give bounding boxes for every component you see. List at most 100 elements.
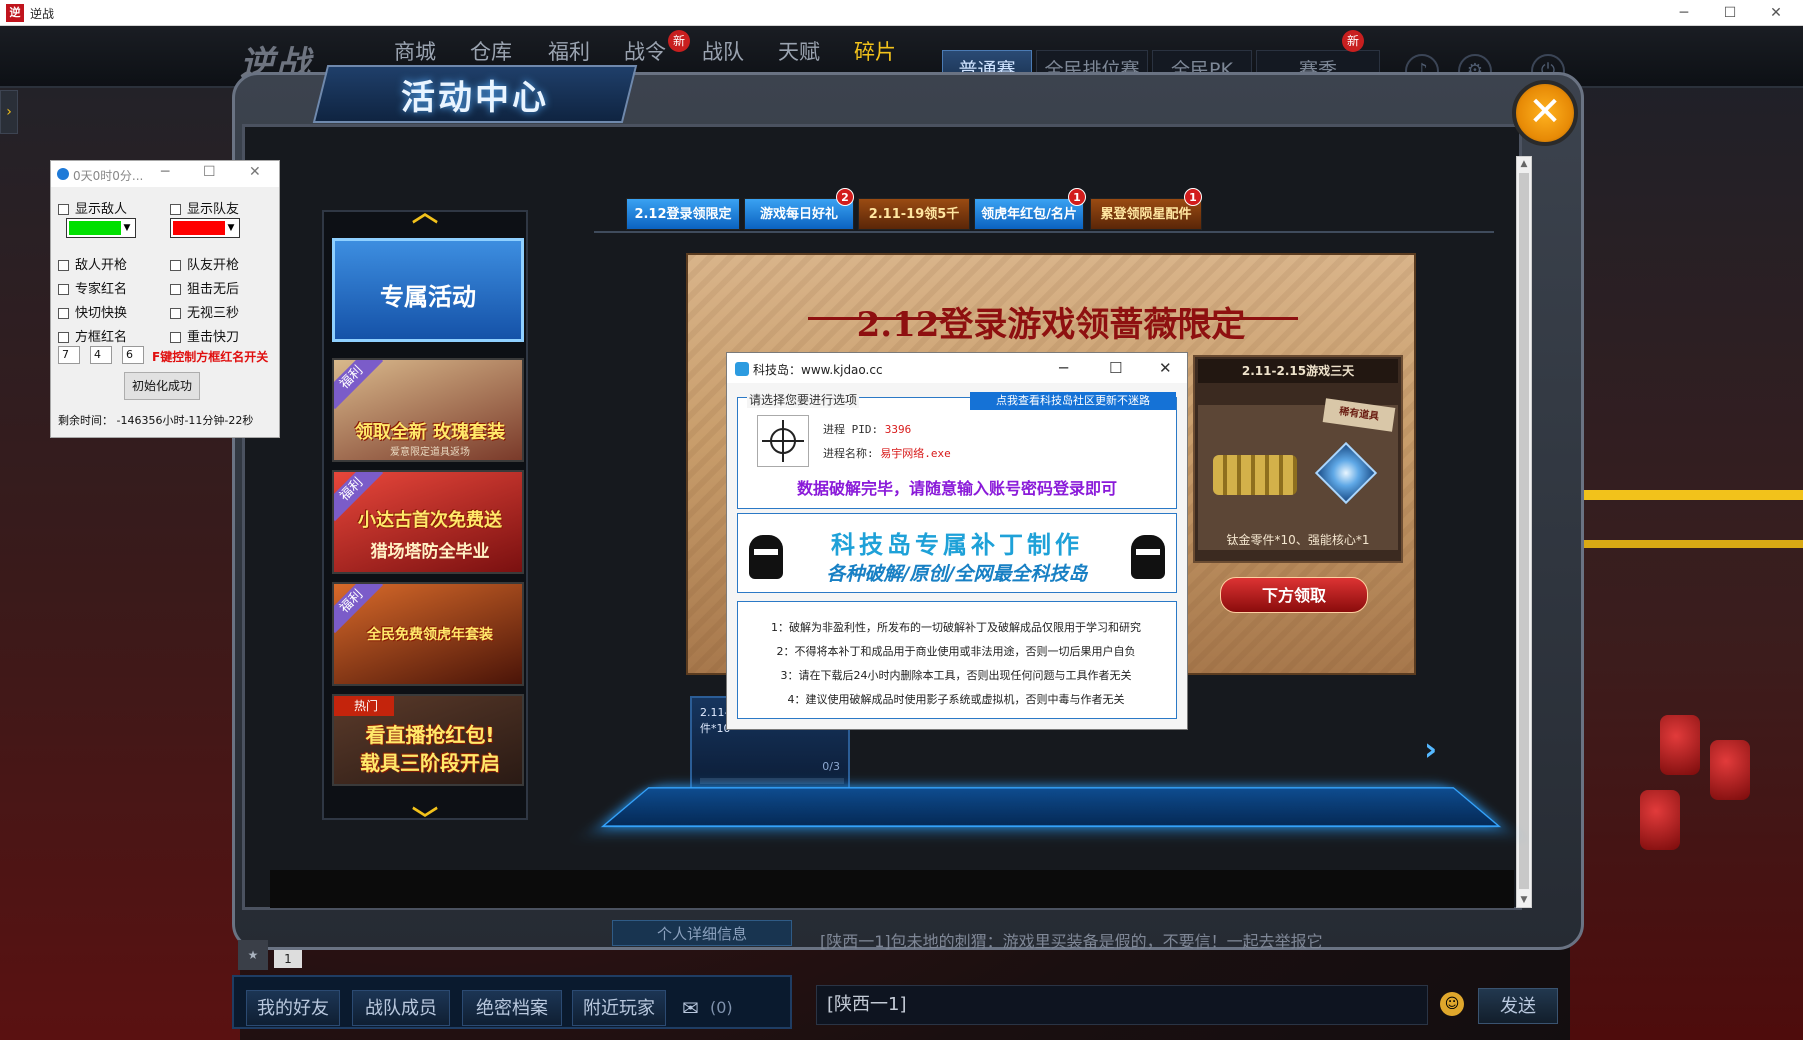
- nav-team[interactable]: 战队: [702, 36, 744, 66]
- my-friends-button[interactable]: 我的好友: [246, 990, 340, 1026]
- activity-item-text: 全民免费领虎年套装: [367, 627, 493, 643]
- patch-popup-window: 科技岛：www.kjdao.cc ─ ☐ ✕ 请选择您要进行选项 点我查看科技岛…: [726, 352, 1188, 730]
- tab-5000[interactable]: 2.11-19领5千: [858, 198, 970, 230]
- show-team-checkbox[interactable]: 显示队友: [170, 198, 239, 217]
- tool-maximize-button[interactable]: ☐: [203, 164, 216, 180]
- personal-detail-button[interactable]: 个人详细信息: [612, 920, 792, 946]
- nav-warehouse[interactable]: 仓库: [470, 36, 512, 66]
- close-window-button[interactable]: ✕: [1754, 0, 1798, 26]
- nav-fragment[interactable]: 碎片: [854, 36, 896, 66]
- popup-maximize-button[interactable]: ☐: [1109, 359, 1122, 377]
- emoji-icon[interactable]: ☺: [1440, 992, 1464, 1016]
- checkbox-box[interactable]: [58, 332, 69, 343]
- tool-close-button[interactable]: ✕: [249, 164, 261, 180]
- reward-panel-header: 2.11-2.15游戏三天: [1198, 359, 1398, 383]
- process-picker[interactable]: [757, 415, 809, 467]
- enemy-fire-checkbox[interactable]: 敌人开枪: [58, 254, 127, 273]
- setting-input-2[interactable]: 4: [90, 346, 112, 364]
- welfare-ribbon: 福利: [334, 360, 384, 410]
- list-down-arrow-icon[interactable]: ﹀: [412, 800, 438, 837]
- team-fire-checkbox[interactable]: 队友开枪: [170, 254, 239, 273]
- checkbox-label: 显示队友: [187, 202, 240, 217]
- f-key-hint: F键控制方框红名开关: [152, 350, 269, 364]
- claim-below-button[interactable]: 下方领取: [1220, 577, 1368, 613]
- notice-line: 3：请在下载后24小时内删除本工具，否则出现任何问题与工具作者无关: [780, 669, 1132, 682]
- ignore-3s-checkbox[interactable]: 无视三秒: [170, 302, 239, 321]
- team-members-button[interactable]: 战队成员: [352, 990, 450, 1026]
- popup-title: 科技岛：www.kjdao.cc: [753, 363, 883, 377]
- activity-scrollbar[interactable]: ▲ ▼: [1516, 156, 1532, 908]
- community-link-button[interactable]: 点我查看科技岛社区更新不迷路: [970, 392, 1176, 410]
- nav-new-badge: 新: [668, 30, 690, 52]
- activity-center-title: 活动中心: [401, 78, 549, 118]
- activity-item-tiger-set[interactable]: 福利 全民免费领虎年套装: [332, 582, 524, 686]
- checkbox-label: 显示敌人: [75, 202, 128, 217]
- team-color-select[interactable]: ▼: [170, 218, 240, 238]
- popup-close-button[interactable]: ✕: [1159, 359, 1172, 377]
- nav-welfare[interactable]: 福利: [548, 36, 590, 66]
- tool-app-icon: [57, 168, 69, 180]
- checkbox-box[interactable]: [58, 308, 69, 319]
- app-logo-icon: 逆: [6, 4, 24, 22]
- checkbox-box[interactable]: [58, 260, 69, 271]
- activity-item-live-redpacket[interactable]: 热门 看直播抢红包! 载具三阶段开启: [332, 694, 524, 786]
- checkbox-label: 方框红名: [75, 330, 128, 345]
- box-redname-checkbox[interactable]: 方框红名: [58, 326, 127, 345]
- chevron-down-icon: ▼: [227, 223, 235, 233]
- activity-item-free-gift[interactable]: 福利 小达古首次免费送 猎场塔防全毕业: [332, 470, 524, 574]
- init-button[interactable]: 初始化成功: [124, 372, 200, 400]
- checkbox-box[interactable]: [170, 332, 181, 343]
- background-rail-lower: [1580, 540, 1803, 548]
- activity-item-sub: 猎场塔防全毕业: [370, 542, 490, 562]
- enemy-color-select[interactable]: ▼: [66, 218, 136, 238]
- tool-minimize-button[interactable]: ─: [161, 164, 169, 180]
- show-enemy-checkbox[interactable]: 显示敌人: [58, 198, 127, 217]
- minimize-button[interactable]: ─: [1662, 0, 1706, 26]
- process-pid-row: 进程 PID: 3396: [823, 421, 911, 437]
- secret-files-button[interactable]: 绝密档案: [462, 990, 562, 1026]
- nav-talent[interactable]: 天赋: [778, 36, 820, 66]
- sniper-norecoil-checkbox[interactable]: 狙击无后: [170, 278, 239, 297]
- remaining-time: 剩余时间： -146356小时-11分钟-22秒: [58, 414, 254, 427]
- heavy-knife-checkbox[interactable]: 重击快刀: [170, 326, 239, 345]
- checkbox-label: 敌人开枪: [75, 258, 128, 273]
- nearby-players-button[interactable]: 附近玩家: [572, 990, 666, 1026]
- checkbox-box[interactable]: [58, 284, 69, 295]
- side-expand-tab[interactable]: ›: [0, 90, 18, 134]
- close-activity-button[interactable]: ✕: [1512, 80, 1578, 146]
- chat-message: [陕西一1]包未地的刺猬：游戏里买装备是假的，不要信！一起去举报它: [820, 932, 1323, 951]
- popup-app-icon: [735, 362, 749, 376]
- nav-battlepass[interactable]: 战令: [624, 36, 666, 66]
- activity-item-exclusive[interactable]: 专属活动: [332, 238, 524, 342]
- tab-login-limited[interactable]: 2.12登录领限定: [626, 198, 740, 230]
- checkbox-box[interactable]: [58, 204, 69, 215]
- checkbox-box[interactable]: [170, 260, 181, 271]
- checkbox-box[interactable]: [170, 308, 181, 319]
- tab-badge: 1: [1068, 188, 1086, 206]
- scroll-down-arrow-icon[interactable]: ▼: [1517, 893, 1531, 907]
- chat-input[interactable]: [陕西一1]: [816, 985, 1428, 1025]
- quick-switch-checkbox[interactable]: 快切快换: [58, 302, 127, 321]
- tab-tiger-redpacket[interactable]: 领虎年红包/名片: [974, 198, 1084, 230]
- popup-minimize-button[interactable]: ─: [1059, 359, 1068, 377]
- expert-redname-checkbox[interactable]: 专家红名: [58, 278, 127, 297]
- send-button[interactable]: 发送: [1478, 988, 1558, 1024]
- mail-icon[interactable]: ✉: [682, 996, 699, 1020]
- ninja-eye: [754, 549, 778, 555]
- scroll-up-arrow-icon[interactable]: ▲: [1517, 157, 1531, 171]
- activity-item-rose-set[interactable]: 福利 领取全新 玫瑰套装 爱意限定道具返场: [332, 358, 524, 462]
- crack-message: 数据破解完毕，请随意输入账号密码登录即可: [796, 479, 1117, 498]
- activity-item-text: 领取全新 玫瑰套装: [354, 422, 506, 443]
- checkbox-label: 专家红名: [75, 282, 128, 297]
- maximize-button[interactable]: ☐: [1708, 0, 1752, 26]
- nav-shop[interactable]: 商城: [394, 36, 436, 66]
- setting-input-3[interactable]: 6: [122, 346, 144, 364]
- activity-item-text: 小达古首次免费送: [358, 510, 502, 531]
- ad-title: 科技岛专属补丁制作: [831, 531, 1083, 559]
- checkbox-box[interactable]: [170, 284, 181, 295]
- list-up-arrow-icon[interactable]: ︿: [412, 192, 438, 229]
- checkbox-box[interactable]: [170, 204, 181, 215]
- scroll-thumb[interactable]: [1519, 173, 1529, 889]
- next-page-arrow-icon[interactable]: ›: [1424, 730, 1437, 768]
- setting-input-1[interactable]: 7: [58, 346, 80, 364]
